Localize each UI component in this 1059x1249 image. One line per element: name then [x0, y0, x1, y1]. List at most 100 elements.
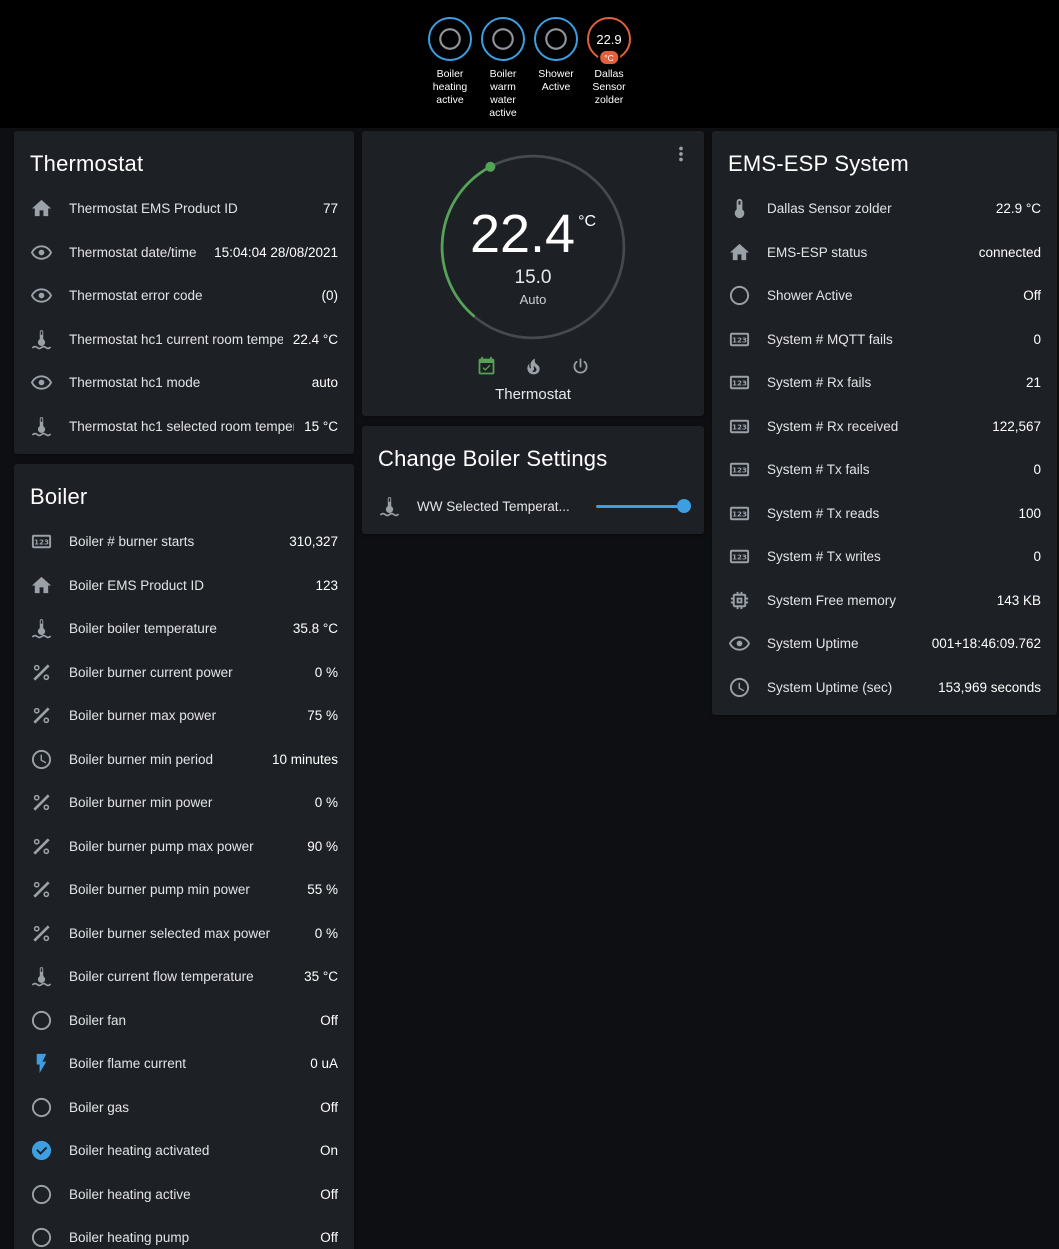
entity-row[interactable]: Boiler burner min period 10 minutes	[14, 738, 354, 782]
slider-track	[596, 505, 688, 508]
badge-shower-active[interactable]: Shower Active	[531, 17, 581, 121]
entity-label: Boiler heating activated	[69, 1143, 310, 1158]
thermostat-card: Thermostat Thermostat EMS Product ID 77 …	[14, 131, 354, 454]
entity-value: 21	[1026, 375, 1041, 390]
entity-row[interactable]: EMS-ESP status connected	[712, 231, 1057, 275]
entity-row[interactable]: Thermostat EMS Product ID 77	[14, 187, 354, 231]
entity-row[interactable]: Dallas Sensor zolder 22.9 °C	[712, 187, 1057, 231]
ww-temperature-slider[interactable]	[596, 499, 688, 513]
badge-boiler-heating-active[interactable]: Boiler heating active	[425, 17, 475, 121]
entity-label: System # Rx fails	[767, 375, 1016, 390]
entity-row[interactable]: Shower Active Off	[712, 274, 1057, 318]
entity-row[interactable]: Thermostat hc1 selected room temper... 1…	[14, 405, 354, 449]
entity-value: Off	[1023, 288, 1041, 303]
entity-row[interactable]: System Uptime (sec) 153,969 seconds	[712, 666, 1057, 710]
entity-label: Boiler # burner starts	[69, 534, 279, 549]
more-options-icon[interactable]	[670, 143, 692, 165]
thermometer-water-icon	[30, 965, 53, 988]
thermostat-gauge-card: 22.4°C 15.0 Auto Thermostat	[362, 131, 704, 416]
badge-dallas-sensor[interactable]: 22.9 °C Dallas Sensor zolder	[584, 17, 634, 121]
entity-row[interactable]: Boiler fan Off	[14, 999, 354, 1043]
entity-row[interactable]: Thermostat hc1 current room temper... 22…	[14, 318, 354, 362]
entity-row[interactable]: Thermostat date/time 15:04:04 28/08/2021	[14, 231, 354, 275]
entity-row[interactable]: Boiler burner pump min power 55 %	[14, 868, 354, 912]
entity-row[interactable]: Boiler EMS Product ID 123	[14, 564, 354, 608]
badge-label: Boiler heating active	[425, 68, 475, 107]
calendar-check-icon[interactable]	[476, 356, 497, 377]
temperature-dial[interactable]: 22.4°C 15.0 Auto	[433, 147, 633, 347]
svg-text:123: 123	[732, 379, 747, 388]
eye-icon	[30, 284, 53, 307]
card-title-boiler: Boiler	[14, 464, 354, 520]
entity-label: Boiler burner min period	[69, 752, 262, 767]
counter-icon: 123	[728, 328, 751, 351]
badge-boiler-warm-water-active[interactable]: Boiler warm water active	[478, 17, 528, 121]
boiler-entity-list: 123 Boiler # burner starts 310,327 Boile…	[14, 520, 354, 1249]
entity-row[interactable]: 123 System # Tx reads 100	[712, 492, 1057, 536]
badge-circle: 22.9 °C	[587, 17, 631, 61]
counter-icon: 123	[728, 502, 751, 525]
entity-row[interactable]: Boiler flame current 0 uA	[14, 1042, 354, 1086]
percent-icon	[30, 878, 53, 901]
entity-value: On	[320, 1143, 338, 1158]
card-title-boiler-settings: Change Boiler Settings	[362, 426, 704, 482]
entity-value: 0	[1033, 332, 1041, 347]
entity-row[interactable]: Boiler boiler temperature 35.8 °C	[14, 607, 354, 651]
badge-label: Boiler warm water active	[478, 68, 528, 121]
badge-label: Dallas Sensor zolder	[584, 68, 634, 107]
entity-row[interactable]: Thermostat error code (0)	[14, 274, 354, 318]
entity-row[interactable]: Boiler heating activated On	[14, 1129, 354, 1173]
entity-label: Thermostat error code	[69, 288, 312, 303]
entity-row[interactable]: Boiler heating pump Off	[14, 1216, 354, 1249]
entity-row[interactable]: 123 Boiler # burner starts 310,327	[14, 520, 354, 564]
entity-row[interactable]: 123 System # Tx fails 0	[712, 448, 1057, 492]
entity-row[interactable]: 123 System # MQTT fails 0	[712, 318, 1057, 362]
entity-label: System Uptime	[767, 636, 922, 651]
power-icon[interactable]	[570, 356, 591, 377]
entity-value: 22.4 °C	[293, 332, 338, 347]
entity-label: Boiler gas	[69, 1100, 310, 1115]
entity-label: System # MQTT fails	[767, 332, 1023, 347]
entity-row[interactable]: 123 System # Tx writes 0	[712, 535, 1057, 579]
entity-row[interactable]: Boiler burner selected max power 0 %	[14, 912, 354, 956]
entity-value: 77	[323, 201, 338, 216]
card-title-thermostat: Thermostat	[14, 131, 354, 187]
entity-value: 75 %	[307, 708, 338, 723]
thermometer-water-icon	[30, 328, 53, 351]
circle-outline-icon	[437, 26, 463, 52]
circle-outline-icon	[490, 26, 516, 52]
entity-row[interactable]: Boiler gas Off	[14, 1086, 354, 1130]
entity-row[interactable]: 123 System # Rx fails 21	[712, 361, 1057, 405]
check-circle-icon	[30, 1139, 53, 1162]
entity-label: System Uptime (sec)	[767, 680, 928, 695]
entity-row[interactable]: Boiler burner min power 0 %	[14, 781, 354, 825]
entity-label: System # Tx fails	[767, 462, 1023, 477]
counter-icon: 123	[728, 458, 751, 481]
dashboard: Thermostat Thermostat EMS Product ID 77 …	[0, 128, 1059, 1249]
badge-label: Shower Active	[531, 68, 581, 94]
entity-row[interactable]: Boiler current flow temperature 35 °C	[14, 955, 354, 999]
entity-row[interactable]: Thermostat hc1 mode auto	[14, 361, 354, 405]
entity-row[interactable]: System Uptime 001+18:46:09.762	[712, 622, 1057, 666]
entity-row[interactable]: Boiler heating active Off	[14, 1173, 354, 1217]
entity-value: 10 minutes	[272, 752, 338, 767]
entity-row[interactable]: System Free memory 143 KB	[712, 579, 1057, 623]
fire-icon[interactable]	[523, 356, 544, 377]
hvac-mode-buttons	[476, 356, 591, 377]
entity-label: EMS-ESP status	[767, 245, 969, 260]
eye-icon	[30, 371, 53, 394]
entity-row[interactable]: 123 System # Rx received 122,567	[712, 405, 1057, 449]
entity-row[interactable]: Boiler burner pump max power 90 %	[14, 825, 354, 869]
entity-value: 153,969 seconds	[938, 680, 1041, 695]
right-column: EMS-ESP System Dallas Sensor zolder 22.9…	[712, 131, 1057, 715]
home-icon	[728, 241, 751, 264]
entity-row[interactable]: Boiler burner current power 0 %	[14, 651, 354, 695]
entity-label: Boiler burner min power	[69, 795, 305, 810]
entity-value: 0 uA	[310, 1056, 338, 1071]
system-entity-list: Dallas Sensor zolder 22.9 °C EMS-ESP sta…	[712, 187, 1057, 715]
entity-row[interactable]: Boiler burner max power 75 %	[14, 694, 354, 738]
slider-knob[interactable]	[677, 499, 691, 513]
percent-icon	[30, 704, 53, 727]
entity-value: 55 %	[307, 882, 338, 897]
slider-label: WW Selected Temperat...	[417, 499, 586, 514]
